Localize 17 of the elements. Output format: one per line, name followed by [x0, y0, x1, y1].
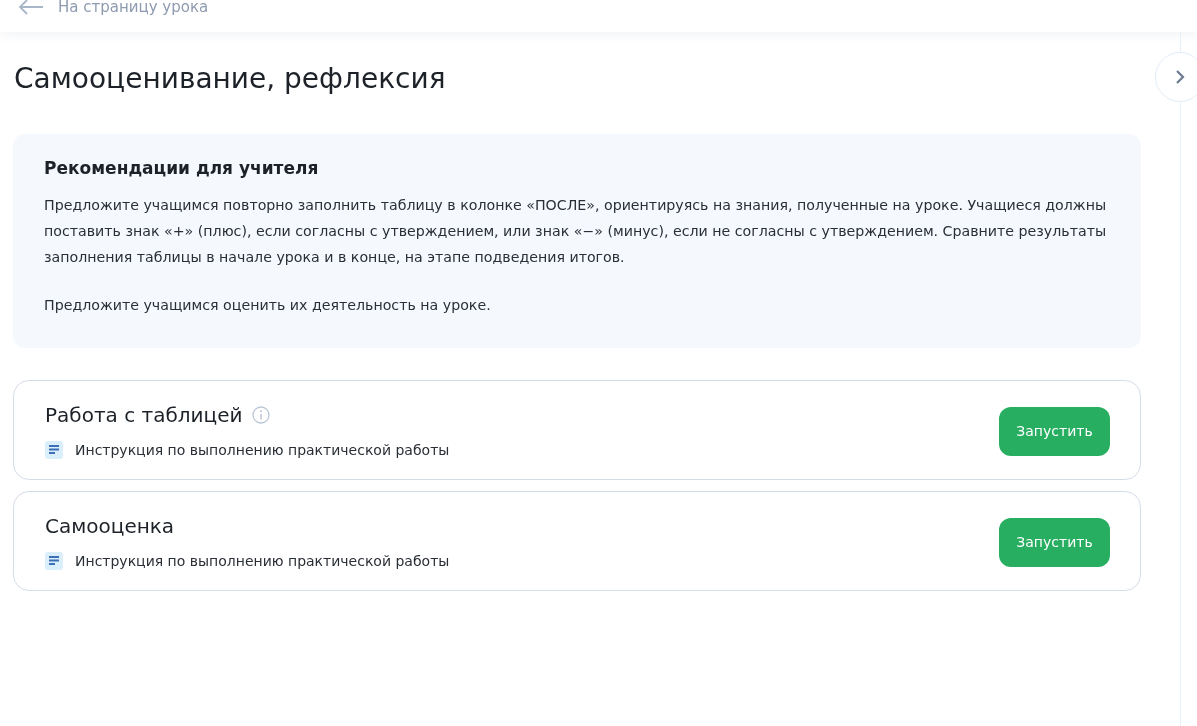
- instruction-link[interactable]: Инструкция по выполнению практической работы: [75, 553, 450, 569]
- chevron-right-icon: [1175, 69, 1185, 85]
- recommendations-heading: Рекомендации для учителя: [44, 158, 320, 178]
- launch-button[interactable]: Запустить: [999, 517, 1110, 567]
- activity-title: Работа с таблицей: [45, 403, 243, 427]
- launch-button[interactable]: Запустить: [999, 406, 1110, 456]
- instruction-link[interactable]: Инструкция по выполнению практической работы: [75, 442, 450, 458]
- document-icon: [45, 552, 63, 570]
- back-arrow-icon: [18, 0, 44, 15]
- recommendation-paragraph: Предложите учащимся повторно заполнить таблицу в колонке «ПОСЛЕ», ориентируясь на знания, полученные на уроке. Учащиеся должны поставить знак «+» (плюс), если согласны с утверждением, или знак «−» (минус), если не согласны с утверждением. Сравните результаты заполнения таблицы в начале урока и в конце, на этапе подведения итогов.: [44, 196, 1108, 267]
- back-link[interactable]: На страницу урока: [18, 0, 209, 16]
- recommendation-paragraph: Предложите учащимся оценить их деятельность на уроке.: [44, 296, 492, 315]
- activity-title: Самооценка: [45, 514, 175, 538]
- next-chevron-button[interactable]: [1155, 52, 1197, 102]
- page-title: Самооценивание, рефлексия: [14, 61, 447, 97]
- info-icon[interactable]: [252, 406, 271, 424]
- document-icon: [45, 441, 63, 459]
